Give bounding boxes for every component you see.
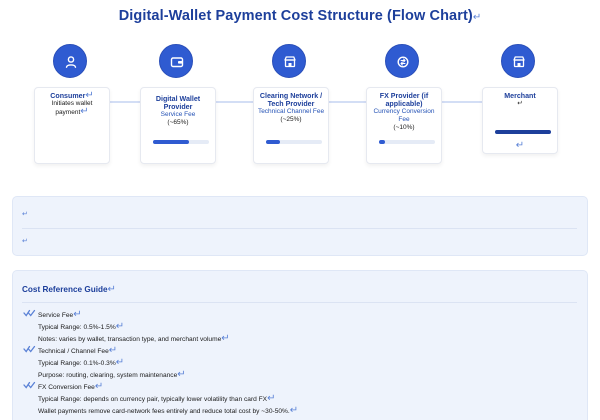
guide-title: Cost Reference Guide [22,285,108,294]
guide-item-line: Purpose: routing, clearing, system maint… [38,372,178,379]
share-bar [266,140,322,144]
page-title: Digital-Wallet Payment Cost Structure (F… [118,8,482,24]
step-card: FX Provider (if applicable) Currency Con… [366,87,442,164]
step-icon-circle [53,44,87,78]
wallet-icon [170,57,184,68]
guide-item-line: Notes: varies by wallet, transaction typ… [38,336,222,343]
step-desc: (~25%) [280,116,302,123]
user-icon [65,56,77,68]
share-bar-fill [379,140,385,144]
share-bar [379,140,435,144]
guide-item-line: Typical Range: 0.1%-0.3% [38,360,116,367]
step-card: Consumer↵ Initiates wallet payment↵ [34,87,110,164]
share-bar-fill [266,140,280,144]
step-icon-circle [159,44,193,78]
step-desc: (~65%) [167,119,189,126]
check-icon [23,345,36,353]
step-desc: payment [55,108,81,116]
exchange-icon [397,56,409,68]
share-bar-fill [495,130,551,134]
step-desc: Initiates wallet [51,100,93,108]
share-bar-fill [153,140,190,144]
step-desc: Currency Conversion Fee [373,108,435,123]
guide-item-line: Typical Range: 0.5%-1.5% [38,324,116,331]
step-name: Merchant [504,92,536,100]
info-panel: ↵ ↵ [12,196,588,256]
guide-item-head: FX Conversion Fee [38,384,95,391]
check-icon [23,381,36,389]
guide-item-head: Technical / Channel Fee [38,348,109,355]
step-name: FX Provider (if applicable) [379,92,429,109]
share-bar [495,130,551,134]
store-icon [284,56,296,68]
guide-item-line: Wallet payments remove card-network fees… [38,408,290,415]
store-icon [513,56,525,68]
step-desc: Service Fee [160,111,196,119]
cost-reference-guide: Cost Reference Guide↵ Service Fee↵ Typic… [12,270,588,420]
step-name: Clearing Network / Tech Provider [259,92,323,109]
share-bar [153,140,209,144]
step-icon-circle [385,44,419,78]
step-icon-circle [272,44,306,78]
step-card: Merchant ↵ ↵ [482,87,558,154]
step-desc: (~10%) [393,123,415,131]
step-name: Consumer [50,92,86,100]
step-card: Digital Wallet Provider Service Fee (~65… [140,87,216,164]
step-icon-circle [501,44,535,78]
check-icon [23,309,36,317]
guide-item-line: Typical Range: depends on currency pair,… [38,396,268,403]
step-name: Digital Wallet Provider [155,95,201,112]
guide-item-head: Service Fee [38,312,74,319]
step-card: Clearing Network / Tech Provider Technic… [253,87,329,164]
step-desc: Technical Channel Fee [257,108,325,116]
